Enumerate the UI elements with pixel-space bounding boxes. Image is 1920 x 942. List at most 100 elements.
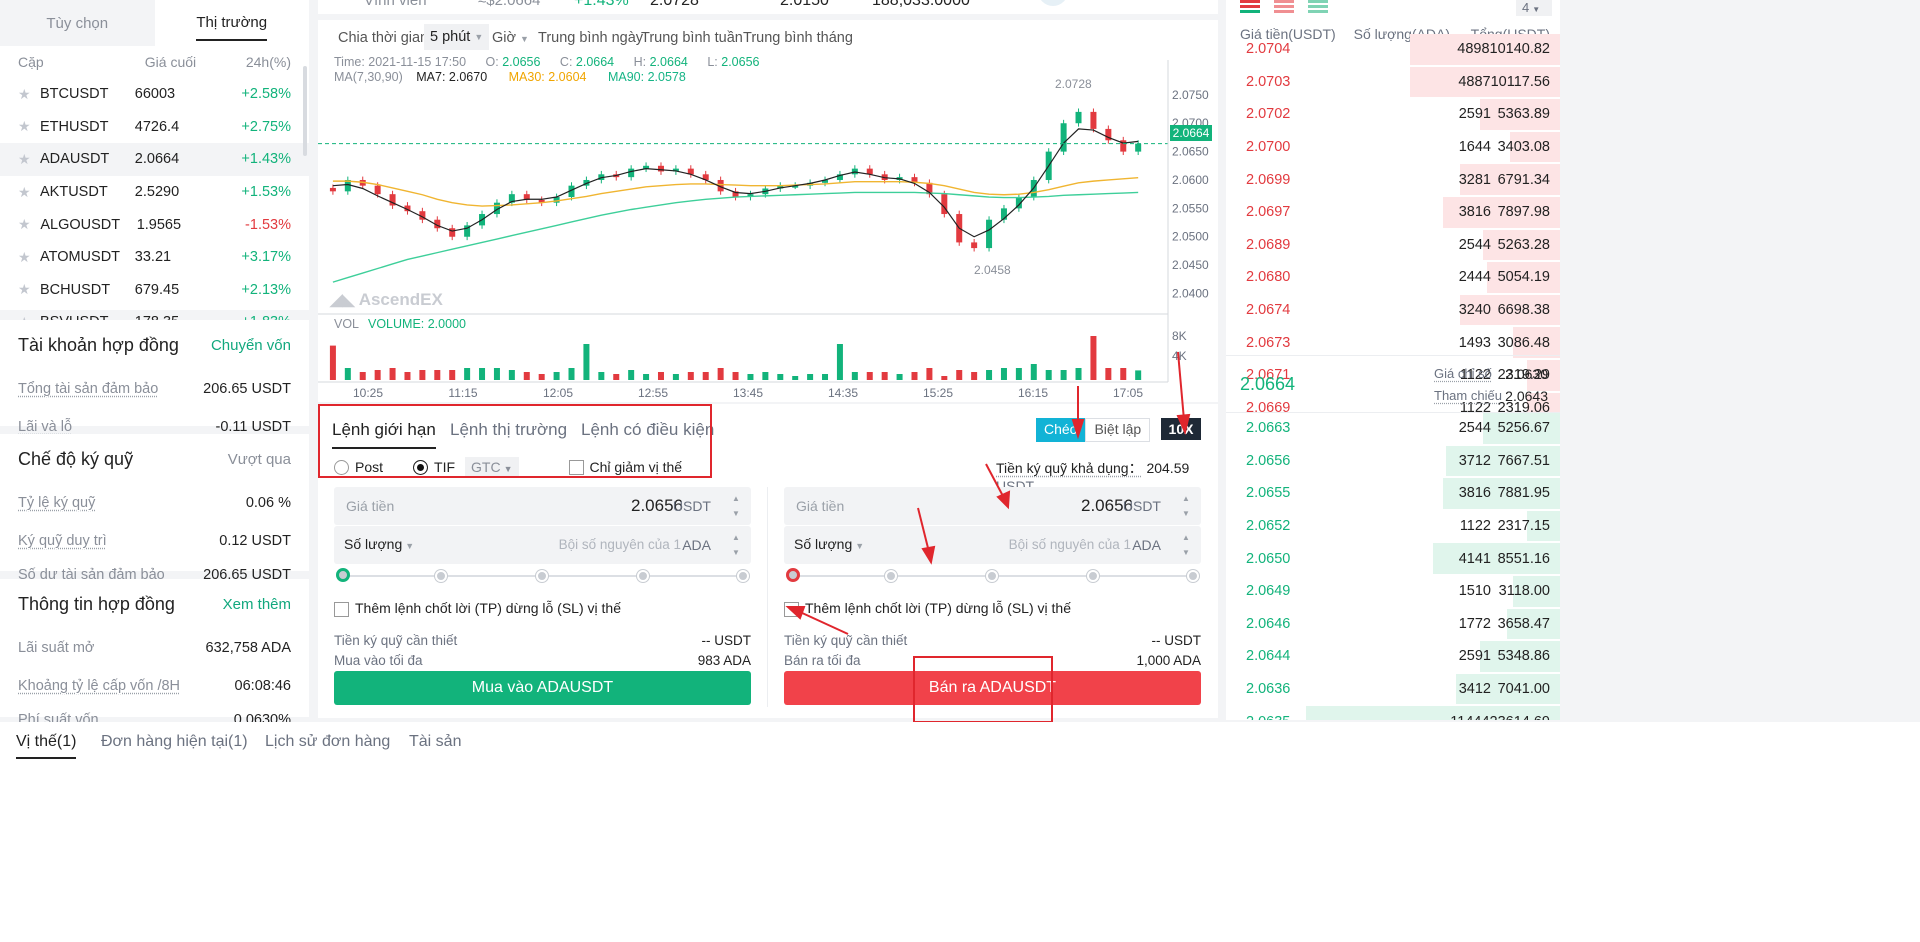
ask-row[interactable]: 2.0697 3816 7897.98 [1226,196,1560,229]
ob-quantity: 1772 [1458,615,1491,632]
volume-bar [762,372,769,380]
y-tick-label: 2.0550 [1172,201,1209,215]
bid-row[interactable]: 2.0644 2591 5348.86 [1226,640,1560,673]
tab-order-history[interactable]: Lịch sử đơn hàng [265,733,390,751]
quantity-select[interactable]: Số lượng ▼ [344,536,414,552]
buy-tpsl-option[interactable]: Thêm lệnh chốt lời (TP) dừng lỗ (SL) vị … [334,600,621,617]
slider-handle[interactable] [336,568,350,582]
transfer-link[interactable]: Chuyển vốn [211,337,291,354]
candle-body [1075,111,1082,124]
price-stepper[interactable]: ▲ ▼ [727,491,745,521]
account-value: 206.65 USDT [203,381,291,397]
view-bids-icon[interactable] [1308,0,1328,14]
leverage-button[interactable]: 10X [1161,418,1201,440]
ask-row[interactable]: 2.0689 2544 5263.28 [1226,229,1560,262]
market-row[interactable]: ★ AKTUSDT 2.5290 +1.53% [0,176,309,209]
star-icon[interactable]: ★ [18,249,40,266]
market-row[interactable]: ★ ALGOUSDT 1.9565 -1.53% [0,208,309,241]
volume-bar [643,374,650,380]
market-row[interactable]: ★ ADAUSDT 2.0664 +1.43% [0,143,309,176]
bid-row[interactable]: 2.0663 2544 5256.67 [1226,412,1560,445]
ask-row[interactable]: 2.0703 4887 10117.56 [1226,66,1560,99]
buy-percent-slider[interactable] [334,567,751,585]
margin-label: Tỷ lệ ký quỹ [18,495,96,511]
star-icon[interactable]: ★ [18,151,40,168]
star-icon[interactable]: ★ [18,118,40,135]
bid-row[interactable]: 2.06351144423614.69 [1226,705,1560,720]
view-both-icon[interactable] [1240,0,1260,14]
sell-price-input[interactable]: Giá tiền 2.0656 USDT ▲ ▼ [784,487,1201,525]
bids-list: 2.0663 2544 5256.67 2.0656 3712 7667.51 2.0655… [1226,412,1560,720]
tab-open-orders[interactable]: Đơn hàng hiện tại(1) [101,733,248,751]
bid-row[interactable]: 2.0650 4141 8551.16 [1226,542,1560,575]
market-row[interactable]: ★ BTCUSDT 66003 +2.58% [0,78,309,111]
market-row[interactable]: ★ BCHUSDT 679.45 +2.13% [0,274,309,307]
quantity-stepper[interactable]: ▲ ▼ [1177,530,1195,560]
buy-price-input[interactable]: Giá tiền 2.0656 USDT ▲ ▼ [334,487,751,525]
market-scrollbar[interactable] [303,66,307,156]
tpsl-checkbox[interactable] [334,601,349,617]
view-more-link[interactable]: Xem thêm [223,596,291,613]
ask-row[interactable]: 2.0704 4898 10140.82 [1226,33,1560,66]
volume-bar [941,376,948,380]
ask-row[interactable]: 2.0680 2444 5054.19 [1226,261,1560,294]
volume-bar [374,370,381,380]
tab-assets[interactable]: Tài sản [409,733,461,751]
star-icon[interactable]: ★ [18,281,40,298]
ask-row[interactable]: 2.0702 2591 5363.89 [1226,98,1560,131]
sell-tpsl-option[interactable]: Thêm lệnh chốt lời (TP) dừng lỗ (SL) vị … [784,600,1071,617]
y-tick-label: 2.0600 [1172,173,1209,187]
slider-stop[interactable] [637,570,649,582]
slider-stop[interactable] [435,570,447,582]
slider-stop[interactable] [536,570,548,582]
volume-bar [344,368,351,380]
bid-row[interactable]: 2.0655 3816 7881.95 [1226,477,1560,510]
cross-margin-button[interactable]: Chéo [1036,418,1086,442]
margin-mode-value[interactable]: Vượt qua [228,451,291,468]
buy-button[interactable]: Mua vào ADAUSDT [334,671,751,705]
volume-bar [1060,370,1067,380]
tpsl-checkbox[interactable] [784,601,799,617]
orderbook-mid: 2.0664 Giá chỉ số 2.0630 Tham chiếu 2.06… [1226,355,1560,413]
ask-row[interactable]: 2.0700 1644 3403.08 [1226,131,1560,164]
candle-body [628,168,635,178]
tab-market[interactable]: Thị trường [155,0,310,46]
buy-quantity-input[interactable]: Số lượng ▼ Bội số nguyên của 1 ADA ▲ ▼ [334,526,751,564]
slider-stop[interactable] [986,570,998,582]
annotation-box [318,404,712,478]
isolated-margin-button[interactable]: Biệt lập [1085,418,1151,442]
star-icon[interactable]: ★ [18,86,40,103]
ob-quantity: 3281 [1458,171,1491,188]
margin-row: Tỷ lệ ký quỹ 0.06 % [0,484,309,522]
bid-row[interactable]: 2.0646 1772 3658.47 [1226,608,1560,641]
ob-quantity: 1493 [1458,334,1491,351]
slider-stop[interactable] [737,570,749,582]
tab-positions[interactable]: Vị thế(1) [16,733,77,759]
market-row[interactable]: ★ ETHUSDT 4726.4 +2.75% [0,111,309,144]
index-price-label: Giá chỉ số [1434,366,1492,381]
slider-handle[interactable] [786,568,800,582]
price-stepper[interactable]: ▲ ▼ [1177,491,1195,521]
bid-row[interactable]: 2.0649 1510 3118.00 [1226,575,1560,608]
slider-stop[interactable] [885,570,897,582]
market-row[interactable]: ★ ATOMUSDT 33.21 +3.17% [0,241,309,274]
quantity-select[interactable]: Số lượng ▼ [794,536,864,552]
bid-row[interactable]: 2.0652 1122 2317.15 [1226,510,1560,543]
quantity-stepper[interactable]: ▲ ▼ [727,530,745,560]
view-asks-icon[interactable] [1274,0,1294,14]
slider-stop[interactable] [1187,570,1199,582]
volume-bar [687,372,694,380]
star-icon[interactable]: ★ [18,216,40,233]
buy-max: Mua vào tối đa 983 ADA [334,653,751,668]
star-icon[interactable]: ★ [18,184,40,201]
ask-row[interactable]: 2.0674 3240 6698.38 [1226,294,1560,327]
candle-body [329,187,336,192]
depth-select[interactable]: 4 ▼ [1516,0,1552,16]
tab-favorites[interactable]: Tùy chọn [0,0,155,46]
bid-row[interactable]: 2.0656 3712 7667.51 [1226,445,1560,478]
slider-stop[interactable] [1087,570,1099,582]
sell-quantity-input[interactable]: Số lượng ▼ Bội số nguyên của 1 ADA ▲ ▼ [784,526,1201,564]
bid-row[interactable]: 2.0636 3412 7041.00 [1226,673,1560,706]
ask-row[interactable]: 2.0699 3281 6791.34 [1226,163,1560,196]
sell-percent-slider[interactable] [784,567,1201,585]
